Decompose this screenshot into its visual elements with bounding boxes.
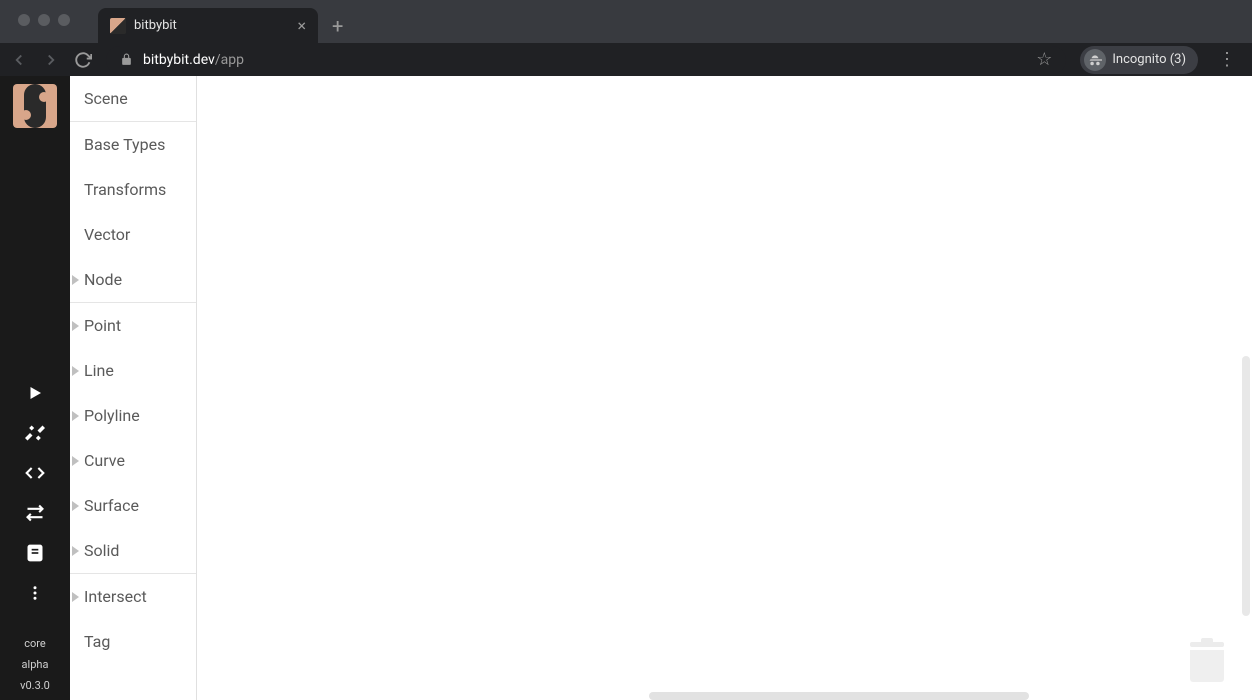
window-controls	[10, 0, 80, 26]
nav-reload-icon[interactable]	[74, 51, 92, 69]
browser-chrome: bitbybit × + bitbybit.dev/app ☆ Incognit…	[0, 0, 1252, 76]
tools-icon[interactable]	[15, 413, 55, 453]
category-item-base-types[interactable]: Base Types	[70, 122, 196, 167]
incognito-label: Incognito (3)	[1112, 52, 1186, 67]
tab-bar: bitbybit × +	[0, 0, 1252, 43]
category-panel: Scene Base Types Transforms Vector Node Point…	[70, 76, 197, 700]
category-item-point[interactable]: Point	[70, 303, 196, 348]
incognito-badge[interactable]: Incognito (3)	[1080, 46, 1198, 74]
address-bar-row: bitbybit.dev/app ☆ Incognito (3) ⋮	[0, 43, 1252, 76]
lock-icon	[120, 53, 133, 66]
category-label: Line	[84, 361, 114, 380]
category-label: Polyline	[84, 406, 140, 425]
incognito-icon	[1084, 49, 1106, 71]
tab-title: bitbybit	[134, 18, 289, 33]
rail-info-alpha: alpha	[22, 654, 49, 675]
app-root: core alpha v0.3.0 Scene Base Types Transfo…	[0, 76, 1252, 700]
tab-favicon	[110, 18, 126, 34]
category-label: Solid	[84, 541, 119, 560]
category-item-scene[interactable]: Scene	[70, 76, 196, 121]
code-icon[interactable]	[15, 453, 55, 493]
rail-info-version: v0.3.0	[20, 675, 50, 700]
trash-icon[interactable]	[1190, 642, 1224, 682]
category-label: Scene	[84, 89, 128, 108]
category-item-solid[interactable]: Solid	[70, 528, 196, 573]
workspace-canvas[interactable]	[197, 76, 1252, 700]
category-label: Vector	[84, 225, 130, 244]
url-text: bitbybit.dev/app	[143, 52, 244, 68]
tab-close-icon[interactable]: ×	[297, 16, 306, 35]
address-bar[interactable]: bitbybit.dev/app ☆	[106, 46, 1066, 74]
category-label: Transforms	[84, 180, 166, 199]
left-rail: core alpha v0.3.0	[0, 76, 70, 700]
category-label: Base Types	[84, 135, 165, 154]
category-item-polyline[interactable]: Polyline	[70, 393, 196, 438]
category-item-line[interactable]: Line	[70, 348, 196, 393]
category-item-tag[interactable]: Tag	[70, 619, 196, 664]
url-path: /app	[215, 52, 244, 68]
app-logo[interactable]	[13, 84, 57, 128]
category-item-surface[interactable]: Surface	[70, 483, 196, 528]
category-item-transforms[interactable]: Transforms	[70, 167, 196, 212]
rail-info-core: core	[24, 633, 46, 654]
url-host: bitbybit.dev	[143, 52, 215, 68]
nav-back-icon[interactable]	[10, 51, 28, 69]
category-item-node[interactable]: Node	[70, 257, 196, 302]
category-item-vector[interactable]: Vector	[70, 212, 196, 257]
category-label: Curve	[84, 451, 125, 470]
play-icon[interactable]	[15, 373, 55, 413]
nav-forward-icon[interactable]	[42, 51, 60, 69]
window-close-dot[interactable]	[18, 14, 30, 26]
category-label: Node	[84, 270, 122, 289]
category-label: Intersect	[84, 587, 147, 606]
category-label: Point	[84, 316, 121, 335]
library-icon[interactable]	[15, 533, 55, 573]
vertical-scrollbar[interactable]	[1242, 356, 1250, 616]
category-item-curve[interactable]: Curve	[70, 438, 196, 483]
more-icon[interactable]	[15, 573, 55, 613]
horizontal-scrollbar[interactable]	[649, 692, 1029, 700]
window-min-dot[interactable]	[38, 14, 50, 26]
category-label: Tag	[84, 632, 110, 651]
category-item-intersect[interactable]: Intersect	[70, 574, 196, 619]
bookmark-star-icon[interactable]: ☆	[1036, 49, 1052, 70]
browser-menu-icon[interactable]: ⋮	[1212, 49, 1242, 70]
window-max-dot[interactable]	[58, 14, 70, 26]
browser-tab[interactable]: bitbybit ×	[98, 8, 318, 43]
category-label: Surface	[84, 496, 139, 515]
new-tab-button[interactable]: +	[318, 8, 357, 43]
swap-icon[interactable]	[15, 493, 55, 533]
